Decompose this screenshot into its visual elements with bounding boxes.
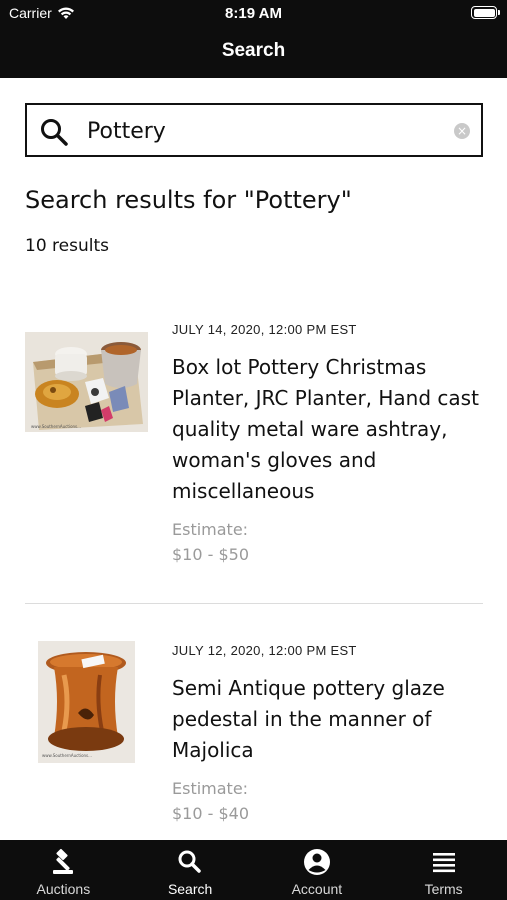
status-bar: Carrier 8:19 AM bbox=[0, 0, 507, 28]
auction-date: JULY 14, 2020, 12:00 PM EST bbox=[172, 322, 357, 337]
search-icon bbox=[178, 850, 201, 873]
battery-icon bbox=[471, 6, 500, 19]
search-input[interactable] bbox=[87, 115, 447, 147]
menu-lines-icon bbox=[432, 853, 455, 873]
gavel-icon bbox=[53, 848, 74, 874]
result-item[interactable]: www.SouthernAuctions... JULY 14, 2020, 1… bbox=[0, 320, 507, 580]
tab-label: Auctions bbox=[36, 881, 91, 897]
estimate-label: Estimate: bbox=[172, 779, 249, 798]
tab-terms[interactable]: Terms bbox=[380, 840, 507, 900]
page-title: Search bbox=[221, 40, 286, 61]
search-icon bbox=[41, 119, 68, 146]
result-item[interactable]: www.SouthernAuctions... JULY 12, 2020, 1… bbox=[0, 641, 507, 841]
tab-label: Search bbox=[167, 881, 213, 897]
tab-label: Terms bbox=[424, 881, 463, 897]
tab-label: Account bbox=[291, 881, 343, 897]
lot-title[interactable]: Box lot Pottery Christmas Planter, JRC P… bbox=[172, 352, 482, 507]
auction-date: JULY 12, 2020, 12:00 PM EST bbox=[172, 643, 357, 658]
estimate-label: Estimate: bbox=[172, 520, 249, 539]
svg-text:www.SouthernAuctions...: www.SouthernAuctions... bbox=[42, 753, 92, 758]
results-heading: Search results for "Pottery" bbox=[25, 186, 352, 214]
results-count: 10 results bbox=[25, 236, 109, 256]
svg-text:www.SouthernAuctions...: www.SouthernAuctions... bbox=[31, 424, 81, 429]
estimate-value: $10 - $40 bbox=[172, 804, 250, 823]
estimate-value: $10 - $50 bbox=[172, 545, 250, 564]
lot-thumbnail[interactable]: www.SouthernAuctions... bbox=[38, 641, 135, 763]
tab-auctions[interactable]: Auctions bbox=[0, 840, 127, 900]
pottery-box-lot-image: www.SouthernAuctions... bbox=[25, 332, 148, 432]
tab-bar: Auctions Search Account Terms bbox=[0, 840, 507, 900]
tab-account[interactable]: Account bbox=[254, 840, 381, 900]
divider bbox=[25, 603, 483, 604]
account-icon bbox=[303, 849, 330, 875]
lot-title[interactable]: Semi Antique pottery glaze pedestal in t… bbox=[172, 673, 482, 766]
clock: 8:19 AM bbox=[225, 5, 282, 22]
pottery-pedestal-image: www.SouthernAuctions... bbox=[38, 641, 135, 763]
clear-search-icon[interactable]: × bbox=[454, 123, 470, 139]
search-field[interactable]: × bbox=[25, 103, 483, 157]
lot-thumbnail[interactable]: www.SouthernAuctions... bbox=[25, 332, 148, 432]
tab-search[interactable]: Search bbox=[127, 840, 254, 900]
app-header: Carrier 8:19 AM Search bbox=[0, 0, 507, 78]
